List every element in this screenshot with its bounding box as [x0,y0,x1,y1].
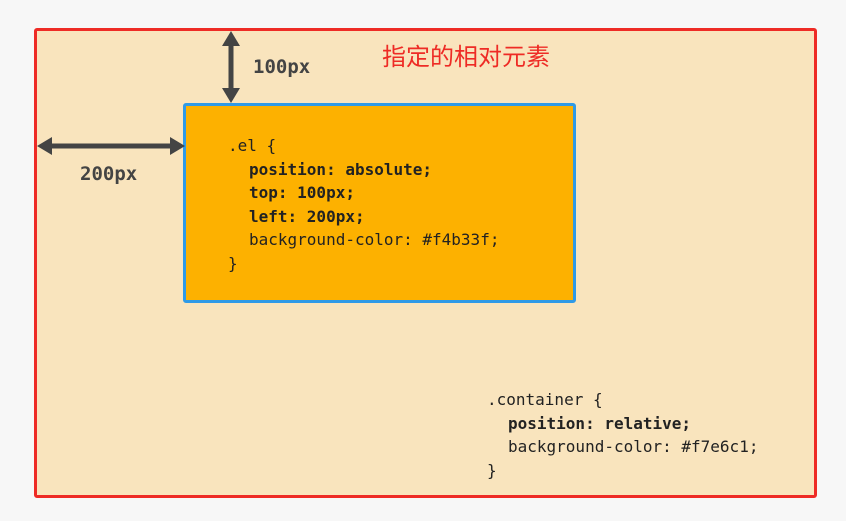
right-arrowhead-icon [170,137,185,155]
left-offset-arrow [37,137,185,155]
el-selector: .el { [228,136,277,155]
down-arrowhead-icon [222,88,240,103]
el-position-rule: position: absolute; [249,159,433,179]
left-offset-label: 200px [80,163,138,185]
container-position-rule: position: relative; [508,413,692,433]
top-offset-label: 100px [253,56,311,78]
el-background-rule: background-color: #f4b33f; [249,230,500,249]
left-arrowhead-icon [37,137,52,155]
top-offset-arrow [222,31,240,103]
container-selector: .container { [487,390,603,409]
el-close-brace: } [228,253,238,273]
up-arrowhead-icon [222,31,240,46]
container-background-rule: background-color: #f7e6c1; [508,437,759,456]
el-top-rule: top: 100px; [249,183,355,202]
el-left-rule: left: 200px; [249,206,365,226]
el-css-code: .el { position: absolute; top: 100px; left:… [228,134,499,275]
container-css-code: .container { position: relative; backgroun… [487,388,758,482]
container-close-brace: } [487,460,497,480]
